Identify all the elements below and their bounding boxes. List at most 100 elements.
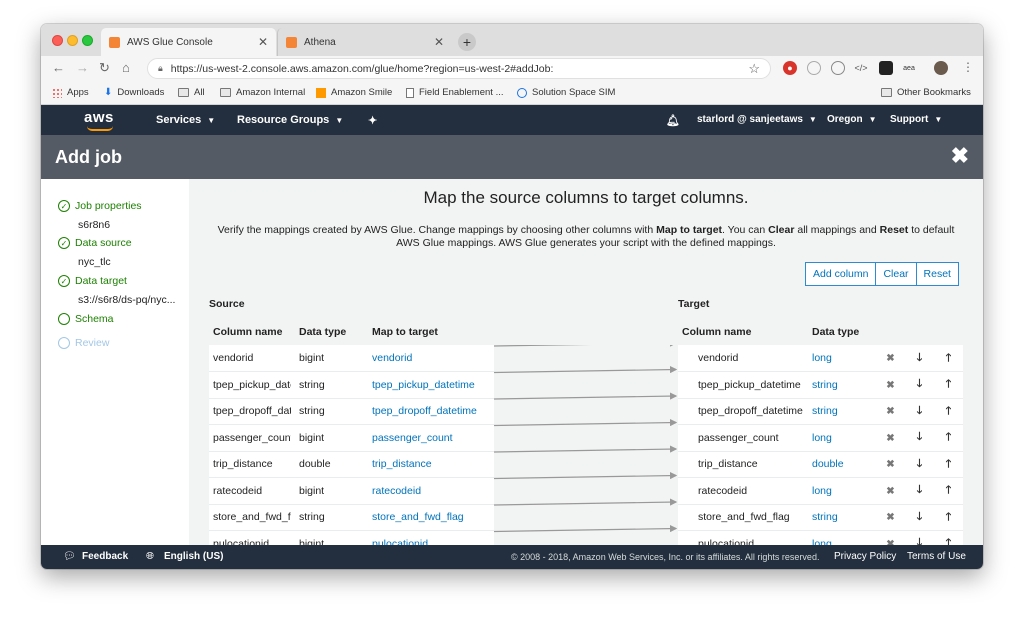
language-selector[interactable]: English (US) bbox=[164, 551, 223, 562]
target-data-type-link[interactable]: string bbox=[808, 398, 876, 425]
step-data-source[interactable]: ✓ Data source bbox=[58, 237, 132, 249]
remove-icon[interactable]: ✖ bbox=[886, 380, 894, 391]
add-column-button[interactable]: Add column bbox=[805, 262, 877, 286]
support-menu[interactable]: Support ▼ bbox=[890, 114, 942, 125]
remove-icon[interactable]: ✖ bbox=[886, 486, 894, 497]
arrow-down-icon[interactable]: 🡓 bbox=[917, 534, 923, 545]
account-menu[interactable]: starlord @ sanjeetaws ▼ bbox=[697, 114, 817, 125]
arrow-up-icon[interactable]: 🡑 bbox=[946, 481, 952, 500]
circle-icon bbox=[58, 313, 70, 325]
address-bar[interactable]: 🔒︎ https://us-west-2.console.aws.amazon.… bbox=[147, 58, 771, 79]
copyright-text: © 2008 - 2018, Amazon Web Services, Inc.… bbox=[511, 552, 820, 562]
target-column-name: ratecodeid bbox=[678, 477, 808, 505]
extension-icon[interactable]: aea bbox=[902, 61, 916, 75]
step-data-target[interactable]: ✓ Data target bbox=[58, 275, 127, 287]
close-tab-icon[interactable]: ✕ bbox=[258, 35, 268, 49]
privacy-policy-link[interactable]: Privacy Policy bbox=[834, 551, 896, 562]
pin-icon[interactable]: ✦ bbox=[368, 114, 377, 127]
home-icon[interactable]: ⌂ bbox=[122, 60, 130, 75]
map-to-target-link[interactable]: store_and_fwd_flag bbox=[368, 504, 494, 531]
aws-smile-logo bbox=[87, 126, 113, 131]
map-to-target-link[interactable]: tpep_pickup_datetime bbox=[368, 371, 494, 399]
target-data-type-link[interactable]: string bbox=[808, 371, 876, 399]
arrow-up-icon[interactable]: 🡑 bbox=[946, 508, 952, 527]
source-data-type: string bbox=[295, 371, 368, 399]
step-value: s6r8n6 bbox=[78, 219, 111, 231]
region-menu[interactable]: Oregon ▼ bbox=[827, 114, 876, 125]
remove-icon[interactable]: ✖ bbox=[886, 512, 894, 523]
aws-logo[interactable]: aws bbox=[84, 109, 114, 126]
feedback-link[interactable]: Feedback bbox=[82, 551, 128, 562]
services-menu[interactable]: Services ▼ bbox=[156, 114, 215, 126]
bookmark-field-enablement[interactable]: Field Enablement ... bbox=[406, 87, 504, 98]
extension-icon[interactable] bbox=[879, 61, 893, 75]
step-schema[interactable]: Schema bbox=[58, 313, 114, 325]
browser-tab-glue[interactable]: AWS Glue Console ✕ bbox=[101, 28, 276, 56]
target-data-type-link[interactable]: long bbox=[808, 530, 876, 545]
arrow-down-icon[interactable]: 🡓 bbox=[917, 481, 923, 500]
target-data-type-link[interactable]: long bbox=[808, 477, 876, 505]
target-data-type-link[interactable]: long bbox=[808, 424, 876, 452]
browser-tab-athena[interactable]: Athena ✕ bbox=[277, 28, 452, 56]
bell-icon[interactable]: 🔔︎ bbox=[666, 114, 680, 127]
map-to-target-link[interactable]: trip_distance bbox=[368, 451, 494, 478]
reset-button[interactable]: Reset bbox=[916, 262, 959, 286]
extension-icon[interactable] bbox=[831, 61, 845, 75]
target-data-type-link[interactable]: long bbox=[808, 345, 876, 372]
profile-avatar[interactable] bbox=[934, 61, 948, 75]
arrow-up-icon[interactable]: 🡑 bbox=[946, 402, 952, 421]
resource-groups-menu[interactable]: Resource Groups ▼ bbox=[237, 114, 343, 126]
adblock-icon[interactable]: ● bbox=[783, 61, 797, 75]
bookmark-solution-space[interactable]: Solution Space SIM bbox=[517, 87, 615, 98]
remove-icon[interactable]: ✖ bbox=[886, 433, 894, 444]
clear-button[interactable]: Clear bbox=[876, 262, 917, 286]
arrow-down-icon[interactable]: 🡓 bbox=[917, 349, 923, 368]
bookmark-other[interactable]: Other Bookmarks bbox=[881, 87, 971, 98]
arrow-down-icon[interactable]: 🡓 bbox=[917, 508, 923, 527]
minimize-window-button[interactable] bbox=[67, 35, 78, 46]
arrow-up-icon[interactable]: 🡑 bbox=[946, 375, 952, 394]
bookmark-amazon-internal[interactable]: Amazon Internal bbox=[220, 87, 305, 98]
step-job-properties[interactable]: ✓ Job properties bbox=[58, 200, 142, 212]
map-to-target-link[interactable]: tpep_dropoff_datetime bbox=[368, 398, 494, 425]
arrow-down-icon[interactable]: 🡓 bbox=[917, 428, 923, 447]
remove-cell: ✖ bbox=[876, 504, 905, 531]
extension-icon[interactable] bbox=[807, 61, 821, 75]
desc-bold: Clear bbox=[768, 224, 795, 236]
bookmark-amazon-smile[interactable]: Amazon Smile bbox=[316, 87, 392, 98]
bookmark-apps[interactable]: Apps bbox=[52, 87, 89, 98]
back-arrow-icon[interactable]: ← bbox=[52, 60, 65, 75]
arrow-down-icon[interactable]: 🡓 bbox=[917, 455, 923, 474]
new-tab-button[interactable]: + bbox=[458, 33, 476, 51]
arrow-up-icon[interactable]: 🡑 bbox=[946, 534, 952, 545]
menu-kebab-icon[interactable]: ⋮ bbox=[962, 60, 974, 74]
reload-icon[interactable]: ↻ bbox=[99, 60, 110, 76]
close-window-button[interactable] bbox=[52, 35, 63, 46]
map-to-target-link[interactable]: passenger_count bbox=[368, 424, 494, 452]
account-label: starlord @ sanjeetaws bbox=[697, 114, 803, 125]
arrow-up-icon[interactable]: 🡑 bbox=[946, 349, 952, 368]
arrow-down-icon[interactable]: 🡓 bbox=[917, 375, 923, 394]
code-icon[interactable]: </> bbox=[854, 61, 868, 75]
arrow-up-icon[interactable]: 🡑 bbox=[946, 455, 952, 474]
target-data-type-link[interactable]: double bbox=[808, 451, 876, 478]
forward-arrow-icon[interactable]: → bbox=[76, 60, 89, 75]
remove-icon[interactable]: ✖ bbox=[886, 459, 894, 470]
map-to-target-link[interactable]: vendorid bbox=[368, 345, 494, 372]
arrow-down-icon[interactable]: 🡓 bbox=[917, 402, 923, 421]
bookmark-downloads[interactable]: ⬇ Downloads bbox=[104, 87, 164, 98]
remove-icon[interactable]: ✖ bbox=[886, 353, 894, 364]
close-icon[interactable]: ✖ bbox=[951, 143, 969, 169]
map-to-target-link[interactable]: pulocationid bbox=[368, 530, 494, 545]
close-tab-icon[interactable]: ✕ bbox=[434, 35, 444, 49]
terms-of-use-link[interactable]: Terms of Use bbox=[907, 551, 966, 562]
mapping-arrow bbox=[494, 418, 678, 427]
bookmark-star-icon[interactable]: ☆ bbox=[748, 61, 760, 77]
maximize-window-button[interactable] bbox=[82, 35, 93, 46]
target-data-type-link[interactable]: string bbox=[808, 504, 876, 531]
map-to-target-link[interactable]: ratecodeid bbox=[368, 477, 494, 505]
remove-icon[interactable]: ✖ bbox=[886, 406, 894, 417]
arrow-up-icon[interactable]: 🡑 bbox=[946, 428, 952, 447]
bookmark-all[interactable]: All bbox=[178, 87, 205, 98]
mapping-arrow bbox=[494, 345, 678, 347]
